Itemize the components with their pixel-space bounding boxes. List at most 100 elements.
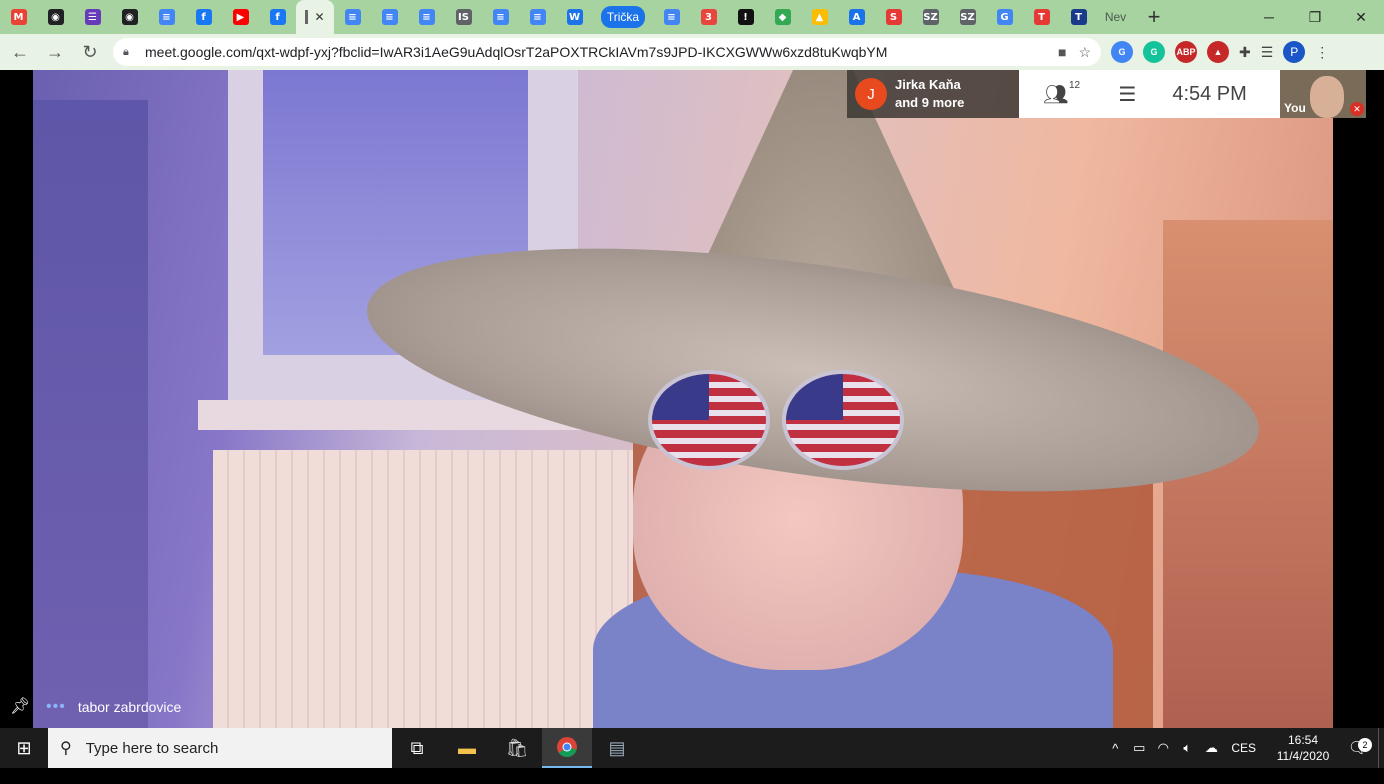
pin-icon[interactable]: 📌︎ xyxy=(10,696,30,716)
more-options-icon[interactable]: ••• xyxy=(46,698,66,716)
windows-start-icon[interactable]: ⊞ xyxy=(0,728,48,768)
new-tab-icon[interactable]: + xyxy=(1140,3,1168,31)
self-label: You xyxy=(1284,101,1306,115)
battery-icon[interactable]: ▭ xyxy=(1127,740,1151,756)
youtube-icon: ▶ xyxy=(232,9,249,25)
chat-icon[interactable]: ☰ xyxy=(1118,82,1136,107)
participant-count: 12 xyxy=(1069,79,1081,91)
browser-tab[interactable]: G xyxy=(986,0,1023,34)
notifications-icon[interactable]: 🗨︎ 2 xyxy=(1338,738,1378,758)
docs-icon: ≡ xyxy=(381,9,398,25)
browser-tab[interactable]: ≡ xyxy=(371,0,408,34)
browser-tab[interactable]: ☰ xyxy=(74,0,111,34)
self-view-tile[interactable]: You ✕ xyxy=(1280,70,1366,118)
language-indicator[interactable]: CES xyxy=(1231,741,1256,755)
adblock-extension-icon[interactable]: ABP xyxy=(1175,41,1197,63)
browser-tab[interactable]: ▶ xyxy=(222,0,259,34)
address-bar[interactable]: 🔒︎ meet.google.com/qxt-wdpf-yxj?fbclid=I… xyxy=(113,38,1101,66)
browser-tab[interactable]: ≡ xyxy=(653,0,690,34)
browser-tab[interactable]: T xyxy=(1060,0,1097,34)
active-meet-tab[interactable]: ✕ xyxy=(296,0,334,34)
google-icon: G xyxy=(996,9,1013,25)
meeting-name: tabor zabrdovice xyxy=(77,699,182,715)
taskbar-search[interactable]: ⚲ Type here to search xyxy=(48,728,392,768)
s-icon: S xyxy=(885,9,902,25)
onedrive-icon[interactable]: ☁ xyxy=(1199,740,1223,756)
close-window-icon[interactable]: ✕ xyxy=(1338,0,1384,34)
show-desktop-button[interactable] xyxy=(1378,728,1384,768)
globe-icon: ◉ xyxy=(47,9,64,25)
t-icon: T xyxy=(1070,9,1087,25)
a-icon: A xyxy=(848,9,865,25)
chevron-up-icon[interactable]: ^ xyxy=(1103,741,1127,756)
close-tab-icon[interactable]: ✕ xyxy=(314,10,324,24)
reload-icon[interactable]: ↻ xyxy=(75,37,105,67)
browser-tab[interactable]: ≡ xyxy=(148,0,185,34)
video-radiator xyxy=(213,450,633,728)
browser-tab[interactable]: ◉ xyxy=(111,0,148,34)
wifi-icon[interactable]: ◠ xyxy=(1151,740,1175,756)
browser-tab[interactable]: ≡ xyxy=(408,0,445,34)
system-clock[interactable]: 16:54 11/4/2020 xyxy=(1268,732,1338,764)
participant-name-line2: and 9 more xyxy=(895,95,965,110)
browser-tab[interactable]: ▲ xyxy=(801,0,838,34)
back-icon[interactable]: ← xyxy=(5,37,35,67)
browser-tab[interactable]: ≡ xyxy=(482,0,519,34)
browser-tab[interactable]: T xyxy=(1023,0,1060,34)
other-participants-chip[interactable]: J Jirka Kaňa and 9 more xyxy=(847,70,1019,118)
search-placeholder: Type here to search xyxy=(85,739,219,757)
docs-icon: ≡ xyxy=(418,9,435,25)
people-button[interactable]: 👥︎ 12 xyxy=(1043,80,1080,107)
search-icon: ⚲ xyxy=(60,740,72,757)
tab-group-label: Trička xyxy=(600,6,646,28)
browser-tab[interactable]: 3 xyxy=(690,0,727,34)
chrome-icon[interactable] xyxy=(542,728,592,768)
people-icon: 👥︎ xyxy=(1043,83,1069,106)
reading-list-icon[interactable]: ☰ xyxy=(1261,44,1274,61)
exclamation-icon: ! xyxy=(737,9,754,25)
participant-video[interactable] xyxy=(33,70,1333,728)
extensions-puzzle-icon[interactable]: ✚ xyxy=(1239,44,1251,61)
file-explorer-icon[interactable]: ▬ xyxy=(442,728,492,768)
browser-menu-icon[interactable]: ⋮ xyxy=(1315,44,1329,61)
minimize-icon[interactable]: ─ xyxy=(1246,0,1292,34)
browser-tab[interactable]: M xyxy=(0,0,37,34)
browser-tab[interactable]: ≡ xyxy=(519,0,556,34)
browser-tab[interactable]: ≡ xyxy=(334,0,371,34)
app-icon[interactable]: ▤ xyxy=(592,728,642,768)
restore-icon[interactable]: ❐ xyxy=(1292,0,1338,34)
browser-tab[interactable]: f xyxy=(185,0,222,34)
browser-tab[interactable]: SZ xyxy=(912,0,949,34)
forward-icon[interactable]: → xyxy=(40,37,70,67)
browser-toolbar: ← → ↻ 🔒︎ meet.google.com/qxt-wdpf-yxj?fb… xyxy=(0,34,1384,70)
browser-tab[interactable]: A xyxy=(838,0,875,34)
profile-avatar[interactable]: P xyxy=(1283,41,1306,63)
store-icon[interactable]: 🛍︎ xyxy=(492,728,542,768)
url-text[interactable]: meet.google.com/qxt-wdpf-yxj?fbclid=IwAR… xyxy=(145,44,1046,60)
volume-icon[interactable]: 🔈︎ xyxy=(1175,740,1199,756)
grammarly-extension-icon[interactable]: G xyxy=(1143,41,1165,63)
browser-tab[interactable]: f xyxy=(259,0,296,34)
new-tab-page-tab[interactable]: Nev xyxy=(1097,0,1134,34)
browser-tab[interactable]: ◉ xyxy=(37,0,74,34)
docs-icon: ≡ xyxy=(663,9,680,25)
browser-tab[interactable]: IS xyxy=(445,0,482,34)
translate-extension-icon[interactable]: G xyxy=(1111,41,1133,63)
meet-stage: J Jirka Kaňa and 9 more 👥︎ 12 ☰ 4:54 PM … xyxy=(0,70,1384,728)
redshield-extension-icon[interactable]: ▲ xyxy=(1207,41,1229,63)
task-view-icon[interactable]: ⧉ xyxy=(392,728,442,768)
forms-icon: ☰ xyxy=(84,9,101,25)
browser-tab[interactable]: W xyxy=(556,0,593,34)
sz-icon: SZ xyxy=(922,9,939,25)
window-controls: ─ ❐ ✕ xyxy=(1246,0,1384,34)
camera-permission-icon[interactable]: ■ xyxy=(1058,44,1066,60)
tab-tricka[interactable]: Trička xyxy=(593,0,653,34)
browser-tab[interactable]: ◆ xyxy=(764,0,801,34)
browser-tab[interactable]: ! xyxy=(727,0,764,34)
browser-tab[interactable]: S xyxy=(875,0,912,34)
lock-icon[interactable]: 🔒︎ xyxy=(123,46,137,59)
docs-icon: ≡ xyxy=(344,9,361,25)
browser-tab[interactable]: SZ xyxy=(949,0,986,34)
bookmark-star-icon[interactable]: ☆ xyxy=(1078,44,1091,61)
participant-names: Jirka Kaňa and 9 more xyxy=(895,76,964,112)
